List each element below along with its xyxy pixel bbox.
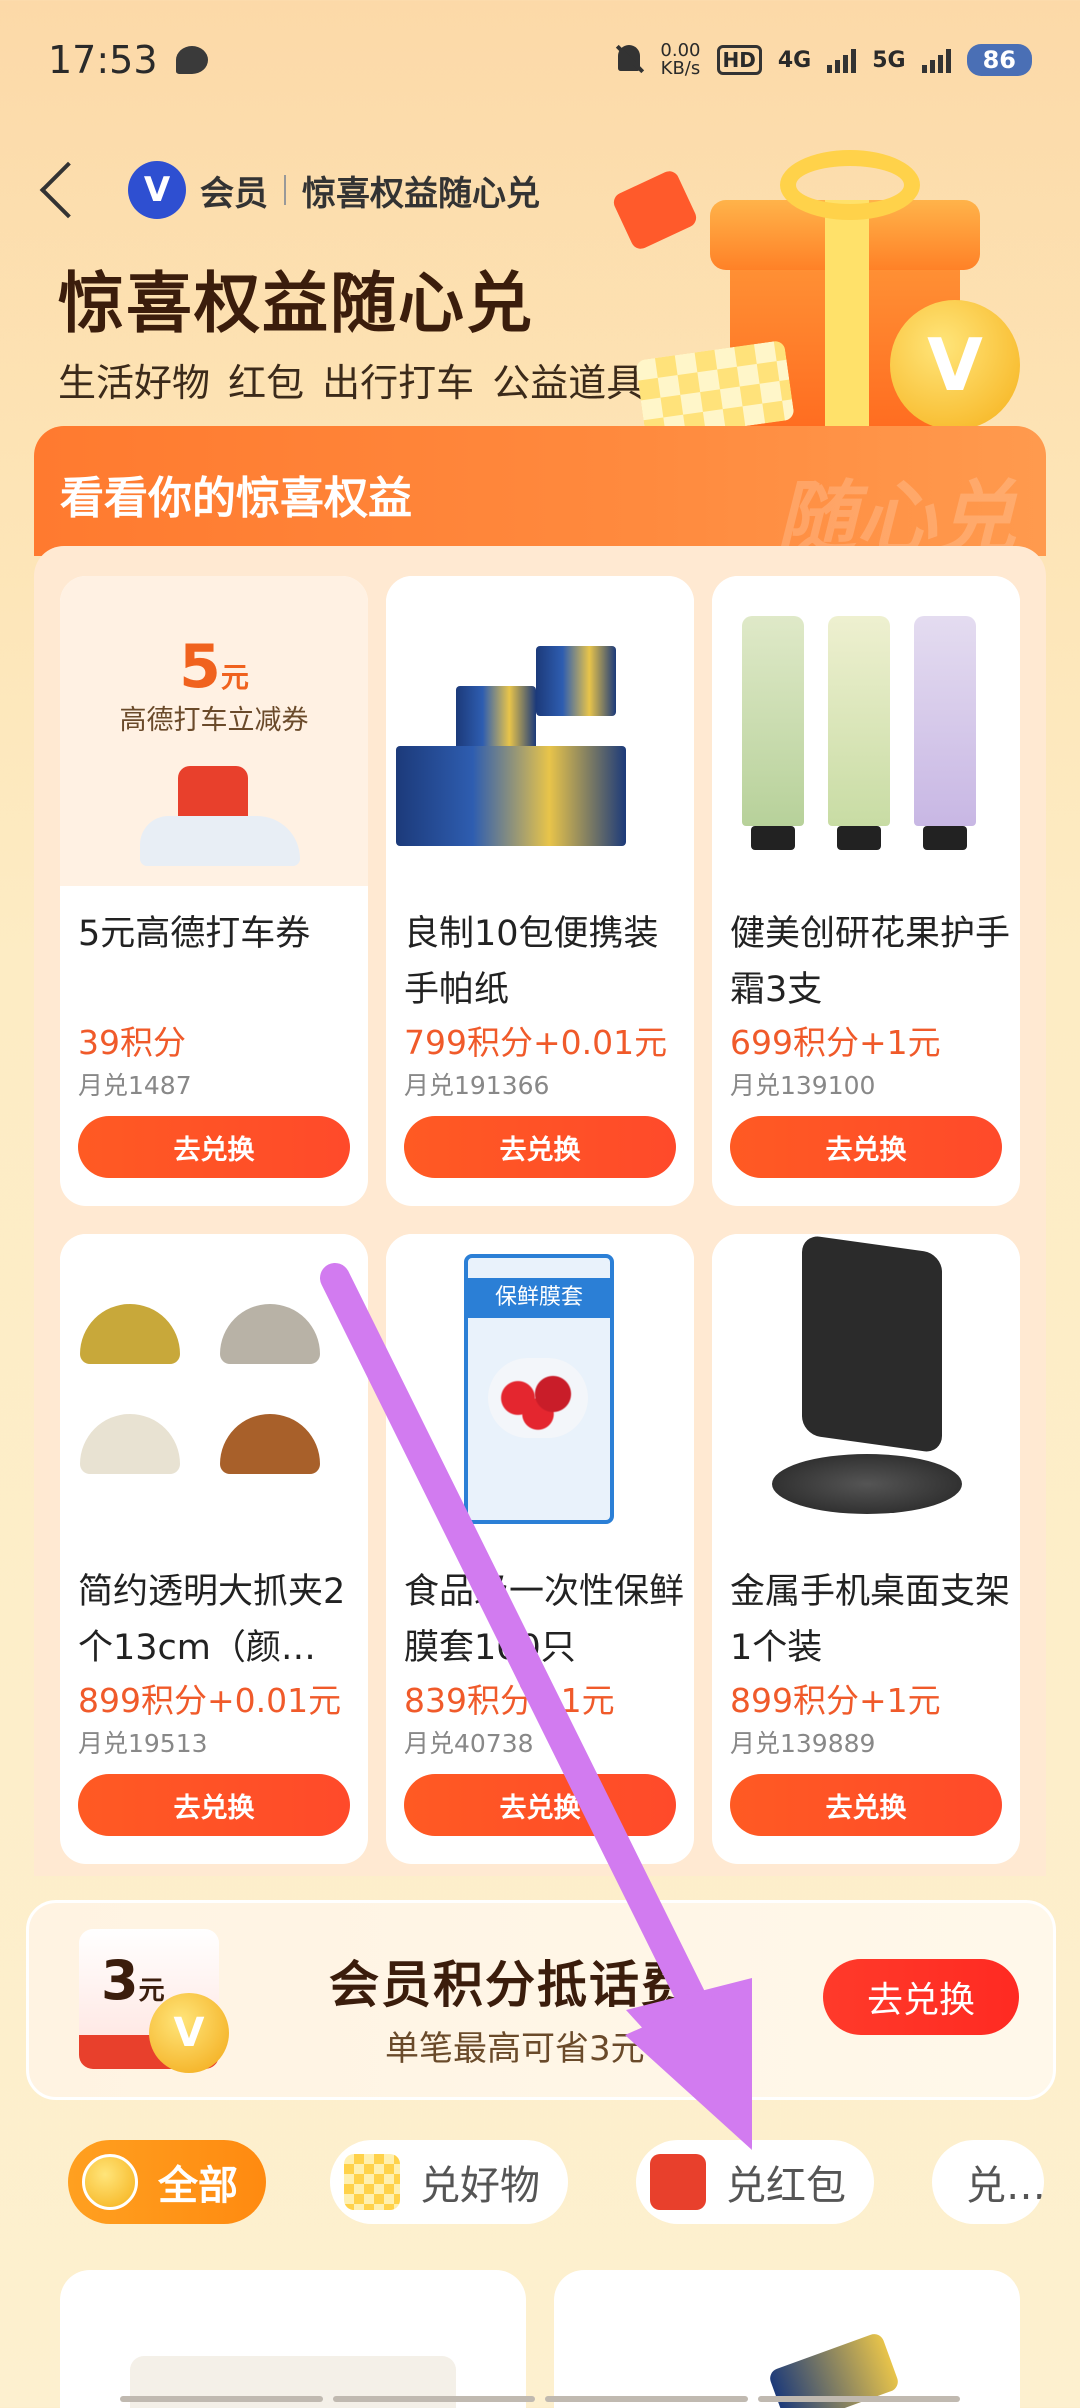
product-price: 799积分+0.01元	[404, 1023, 668, 1062]
v-coin-icon: V	[149, 1993, 229, 2073]
chevron-left-icon[interactable]	[39, 161, 97, 219]
tab-red-packet[interactable]: 兑红包	[636, 2140, 874, 2224]
redeem-button[interactable]: 去兑换	[730, 1774, 1002, 1836]
tab-goods[interactable]: 兑好物	[330, 2140, 568, 2224]
hd-icon: HD	[716, 45, 762, 75]
product-image-phone-stand	[712, 1234, 1020, 1544]
product-card[interactable]: 简约透明大抓夹2个13cm（颜… 899积分+0.01元 月兑19513 去兑换	[60, 1234, 368, 1864]
phone-bill-banner[interactable]: 3元 V 会员积分抵话费 单笔最高可省3元 去兑换	[26, 1900, 1056, 2100]
product-card[interactable]	[60, 2270, 526, 2408]
product-sold: 月兑1487	[78, 1071, 192, 1100]
product-name: 食品级一次性保鲜膜套100只	[404, 1572, 684, 1668]
product-image-taxi-coupon: 5元 高德打车立减券	[60, 576, 368, 886]
product-sold: 月兑139889	[730, 1729, 876, 1758]
product-name: 健美创研花果护手霜3支	[730, 914, 1010, 1010]
redeem-button[interactable]: 去兑换	[78, 1774, 350, 1836]
product-card[interactable]	[554, 2270, 1020, 2408]
brand-label: 会员	[200, 173, 268, 214]
signal-icon	[827, 47, 857, 73]
page-title: 惊喜权益随心兑	[58, 265, 534, 342]
product-card[interactable]: 保鲜膜套 食品级一次性保鲜膜套100只 839积分+1元 月兑40738 去兑换	[386, 1234, 694, 1864]
tab-all[interactable]: 全部	[68, 2140, 266, 2224]
net-speed: 0.00 KB/s	[660, 40, 701, 79]
product-card[interactable]: 5元 高德打车立减券 5元高德打车券 39积分 月兑1487 去兑换	[60, 576, 368, 1206]
panel-header: 看看你的惊喜权益 随心兑	[34, 426, 1046, 565]
status-bar: 17:53 0.00 KB/s HD 4G 5G 86	[0, 0, 1080, 120]
divider	[284, 175, 286, 205]
product-price: 899积分+1元	[730, 1681, 941, 1720]
product-sold: 月兑19513	[78, 1729, 208, 1758]
product-image-hair-clip	[60, 1234, 368, 1544]
nav-bar: V 会员 惊喜权益随心兑	[36, 150, 540, 230]
food-wrap-label: 保鲜膜套	[468, 1278, 610, 1318]
car-icon	[140, 816, 300, 866]
product-sold: 月兑40738	[404, 1729, 534, 1758]
battery-indicator: 86	[966, 44, 1032, 76]
redeem-button[interactable]: 去兑换	[404, 1116, 676, 1178]
signal-icon	[921, 47, 951, 73]
banner-title: 会员积分抵话费	[329, 1956, 693, 2014]
product-sold: 月兑139100	[730, 1071, 876, 1100]
tab-more[interactable]: 兑…	[932, 2140, 1044, 2224]
product-image-food-wrap: 保鲜膜套	[386, 1234, 694, 1544]
banner-subtitle: 单笔最高可省3元	[385, 2029, 645, 2069]
gift-illustration: V	[610, 150, 1040, 441]
panel-title: 看看你的惊喜权益	[60, 473, 412, 524]
page-subtitle: 生活好物 红包 出行打车 公益道具	[58, 361, 645, 405]
banner-redeem-button[interactable]: 去兑换	[823, 1959, 1019, 2035]
product-price: 839积分+1元	[404, 1681, 615, 1720]
status-time: 17:53	[48, 38, 158, 82]
coupon-desc: 高德打车立减券	[119, 705, 309, 736]
category-tabs: 全部 兑好物 兑红包 兑…	[0, 2140, 1080, 2230]
product-name: 金属手机桌面支架1个装	[730, 1572, 1010, 1668]
page-name: 惊喜权益随心兑	[302, 173, 540, 214]
product-card[interactable]: 良制10包便携装手帕纸 799积分+0.01元 月兑191366 去兑换	[386, 576, 694, 1206]
v-badge-icon: V	[890, 300, 1020, 430]
mute-icon	[614, 43, 644, 77]
product-price: 39积分	[78, 1023, 186, 1062]
product-price: 899积分+0.01元	[78, 1681, 342, 1720]
product-name: 简约透明大抓夹2个13cm（颜…	[78, 1572, 346, 1668]
product-card[interactable]: 金属手机桌面支架1个装 899积分+1元 月兑139889 去兑换	[712, 1234, 1020, 1864]
product-price: 699积分+1元	[730, 1023, 941, 1062]
gift-icon	[344, 2154, 400, 2210]
product-sold: 月兑191366	[404, 1071, 550, 1100]
redeem-button[interactable]: 去兑换	[730, 1116, 1002, 1178]
red-envelope-icon	[610, 168, 700, 252]
redeem-button[interactable]: 去兑换	[78, 1116, 350, 1178]
v-coin-icon	[82, 2154, 138, 2210]
red-envelope-icon	[650, 2154, 706, 2210]
product-image-tissue	[386, 576, 694, 886]
sim2-label: 5G	[872, 47, 906, 73]
sim1-label: 4G	[777, 47, 812, 73]
message-icon	[175, 46, 208, 74]
product-image-hand-cream	[712, 576, 1020, 886]
home-indicator	[120, 2396, 960, 2402]
product-name: 5元高德打车券	[78, 914, 311, 954]
coupon-amount: 5元	[179, 632, 249, 702]
redeem-button[interactable]: 去兑换	[404, 1774, 676, 1836]
member-logo-icon: V	[128, 161, 186, 219]
product-name: 良制10包便携装手帕纸	[404, 914, 659, 1010]
product-card[interactable]: 健美创研花果护手霜3支 699积分+1元 月兑139100 去兑换	[712, 576, 1020, 1206]
